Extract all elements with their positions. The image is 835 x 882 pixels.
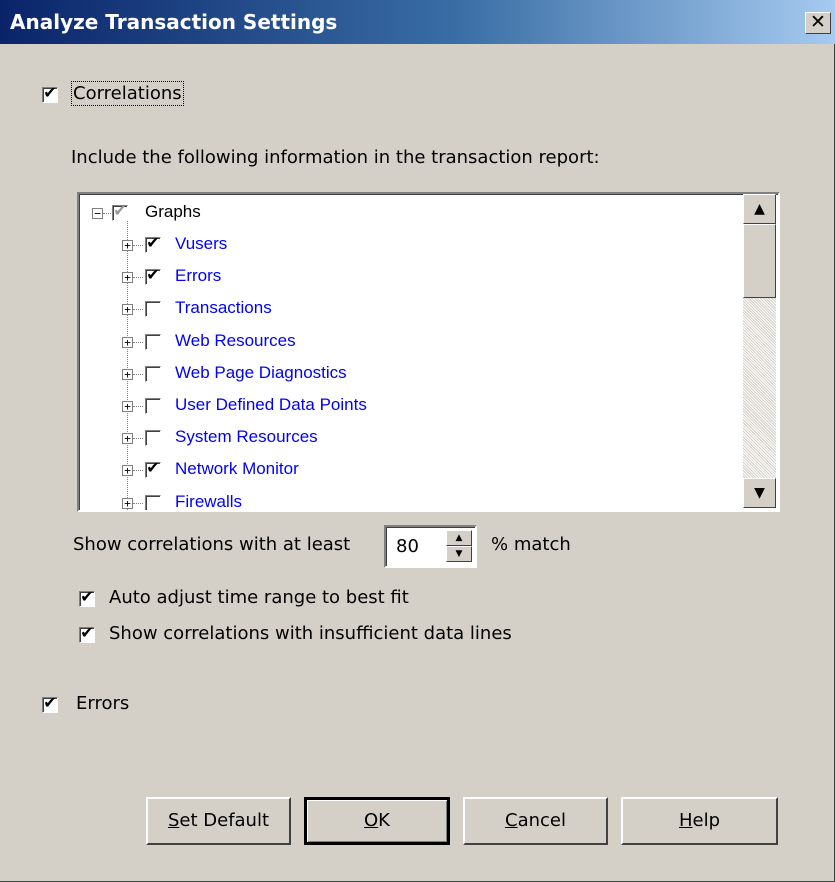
tree-connector: [133, 438, 143, 439]
scroll-down-button[interactable]: ▼: [743, 478, 776, 508]
tree-item-label[interactable]: Errors: [175, 266, 221, 286]
expand-icon[interactable]: +: [122, 240, 133, 251]
expand-icon[interactable]: +: [122, 337, 133, 348]
check-icon: ✔: [80, 587, 94, 606]
cancel-button[interactable]: Cancel: [463, 797, 608, 845]
graphs-tree[interactable]: − ✔ Graphs + ✔ Vusers + ✔ Errors + Transactions…: [77, 192, 780, 512]
tree-item-checkbox[interactable]: [145, 301, 161, 317]
dialog-window: Analyze Transaction Settings ✕ ✔ Correla…: [0, 0, 835, 882]
insufficient-data-label[interactable]: Show correlations with insufficient data…: [109, 623, 512, 644]
tree-item-label[interactable]: Firewalls: [175, 492, 242, 510]
help-button[interactable]: Help: [621, 797, 778, 845]
expand-icon[interactable]: +: [122, 272, 133, 283]
help-accel: H: [678, 810, 693, 831]
tree-connector: [103, 213, 111, 214]
tree-item-label[interactable]: User Defined Data Points: [175, 395, 367, 415]
spinner-buttons: ▲ ▼: [446, 530, 472, 563]
tree-item-label[interactable]: Web Resources: [175, 331, 296, 351]
tree-item-checkbox[interactable]: [145, 398, 161, 414]
tree-connector: [133, 503, 143, 504]
errors-label[interactable]: Errors: [76, 693, 129, 714]
arrow-up-icon: ▲: [754, 201, 765, 217]
expand-icon[interactable]: +: [122, 369, 133, 380]
help-text: elp: [692, 810, 721, 831]
spin-down-button[interactable]: ▼: [446, 546, 472, 562]
tree-scrollbar[interactable]: ▲ ▼: [743, 194, 776, 508]
close-button[interactable]: ✕: [805, 12, 831, 34]
tree-item-label[interactable]: Vusers: [175, 234, 227, 254]
tree-connector: [133, 406, 143, 407]
set-default-button[interactable]: Set Default: [146, 797, 291, 845]
insufficient-data-checkbox[interactable]: ✔: [79, 623, 95, 643]
tree-item-label[interactable]: Web Page Diagnostics: [175, 363, 347, 383]
check-icon: ✔: [43, 83, 57, 102]
tree-item-label[interactable]: Network Monitor: [175, 459, 299, 479]
errors-checkbox[interactable]: ✔: [42, 693, 58, 713]
auto-adjust-label[interactable]: Auto adjust time range to best fit: [109, 587, 409, 608]
set-default-accel: S: [167, 810, 180, 831]
ok-accel: O: [364, 810, 379, 831]
expand-icon[interactable]: +: [122, 401, 133, 412]
check-icon: ✔: [113, 201, 127, 220]
tree-item-checkbox[interactable]: [145, 334, 161, 350]
ok-button[interactable]: OK: [304, 797, 450, 845]
check-icon: ✔: [80, 623, 94, 642]
arrow-up-icon: ▲: [455, 533, 463, 543]
tree-item-label[interactable]: Transactions: [175, 298, 272, 318]
show-correlations-label: Show correlations with at least: [73, 534, 351, 555]
check-icon: ✔: [146, 265, 160, 284]
close-icon: ✕: [810, 11, 826, 33]
auto-adjust-checkbox[interactable]: ✔: [79, 587, 95, 607]
arrow-down-icon: ▼: [455, 549, 463, 559]
cancel-text: ancel: [517, 810, 566, 831]
match-suffix-label: % match: [491, 534, 571, 555]
check-icon: ✔: [43, 693, 57, 712]
scroll-thumb[interactable]: [743, 224, 776, 298]
scroll-up-button[interactable]: ▲: [743, 194, 776, 224]
correlations-label[interactable]: Correlations: [71, 81, 184, 106]
tree-item-checkbox[interactable]: [145, 366, 161, 382]
check-icon: ✔: [146, 233, 160, 252]
tree-item-checkbox[interactable]: ✔: [145, 458, 161, 478]
tree-connector: [133, 245, 143, 246]
expand-icon[interactable]: +: [122, 433, 133, 444]
window-title: Analyze Transaction Settings: [10, 10, 338, 34]
expand-icon[interactable]: +: [122, 465, 133, 476]
ok-text: K: [378, 810, 390, 831]
set-default-text: et Default: [179, 810, 270, 831]
collapse-icon[interactable]: −: [92, 208, 103, 219]
spin-up-button[interactable]: ▲: [446, 530, 472, 546]
tree-item-checkbox[interactable]: [145, 430, 161, 446]
include-info-text: Include the following information in the…: [71, 147, 600, 168]
match-percent-spinner[interactable]: 80 ▲ ▼: [384, 525, 477, 568]
tree-item-label[interactable]: System Resources: [175, 427, 318, 447]
tree-connector: [133, 374, 143, 375]
check-icon: ✔: [146, 458, 160, 477]
tree-connector: [133, 309, 143, 310]
tree-connector: [133, 470, 143, 471]
expand-icon[interactable]: +: [122, 498, 133, 509]
tree-item-checkbox[interactable]: ✔: [145, 265, 161, 285]
tree-item-checkbox[interactable]: [145, 495, 161, 510]
tree-connector: [133, 277, 143, 278]
tree-connector: [133, 342, 143, 343]
tree-root-checkbox[interactable]: ✔: [112, 201, 128, 221]
title-bar[interactable]: Analyze Transaction Settings ✕: [0, 0, 835, 44]
tree-root-label[interactable]: Graphs: [145, 202, 201, 222]
match-percent-value[interactable]: 80: [396, 536, 419, 557]
expand-icon[interactable]: +: [122, 304, 133, 315]
arrow-down-icon: ▼: [754, 485, 765, 501]
correlations-checkbox[interactable]: ✔: [42, 83, 58, 103]
cancel-accel: C: [505, 810, 518, 831]
tree-item-checkbox[interactable]: ✔: [145, 233, 161, 253]
